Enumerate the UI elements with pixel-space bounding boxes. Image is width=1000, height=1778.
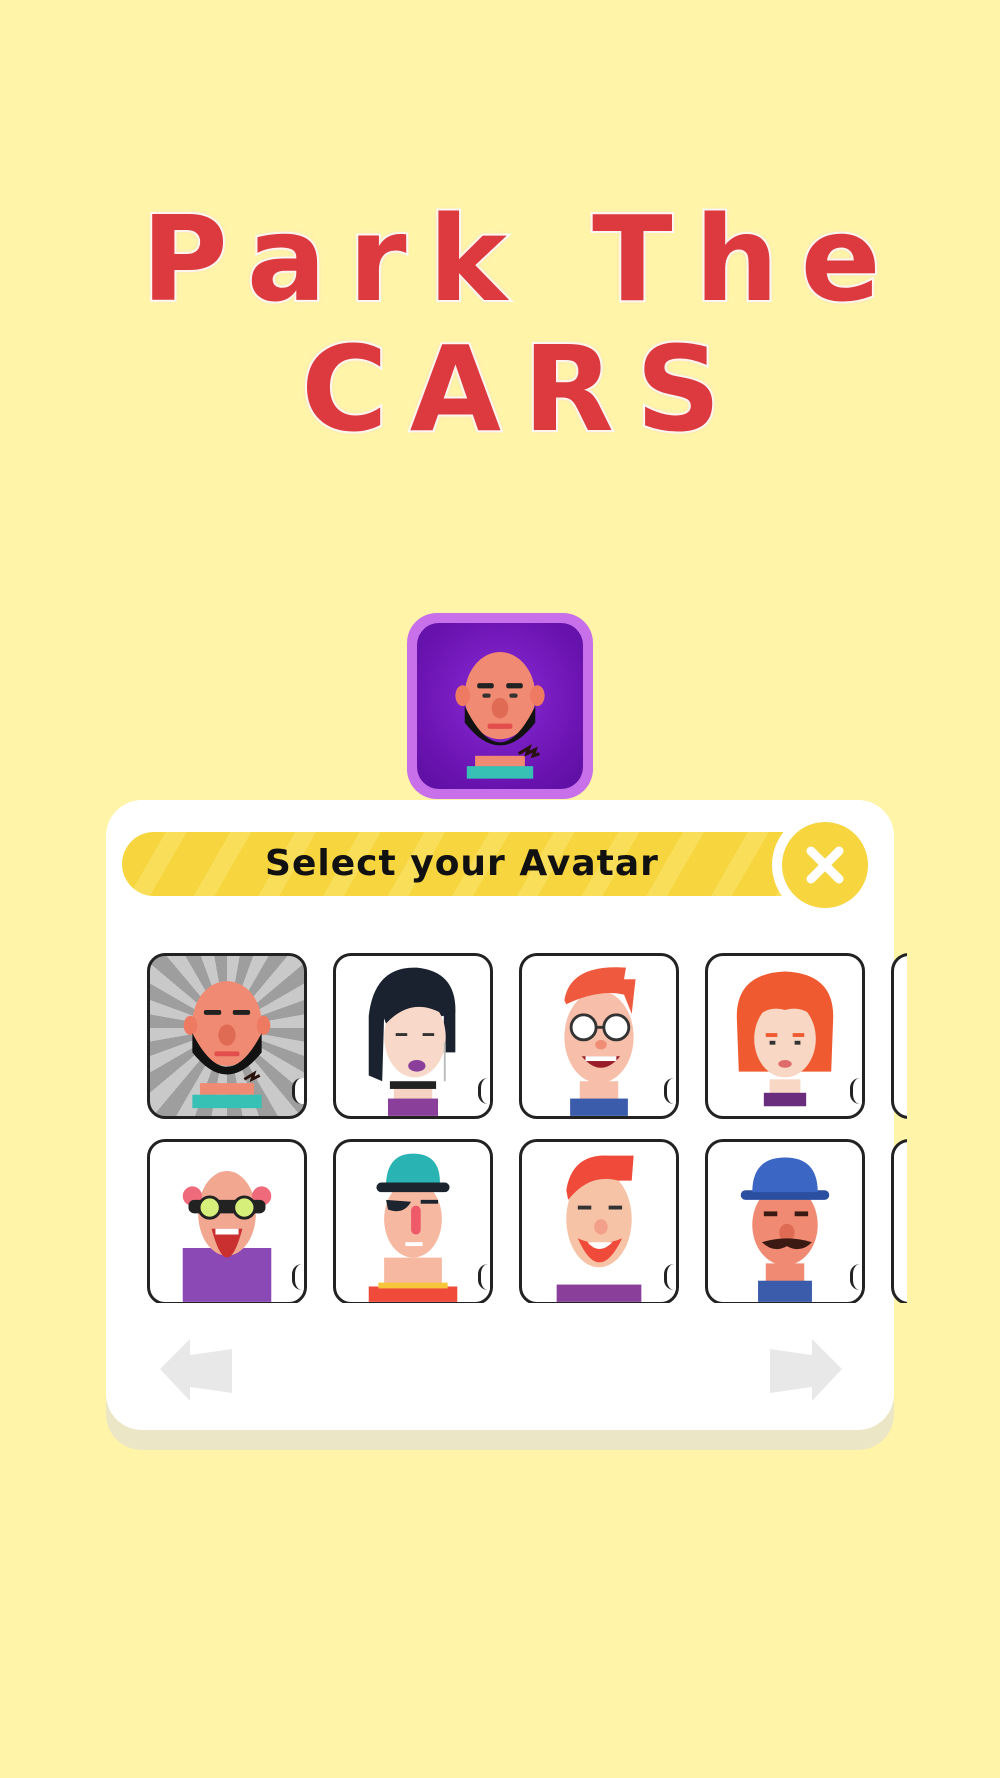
close-x-icon: [806, 846, 844, 884]
avatar-tile-10-partial[interactable]: [891, 1139, 907, 1303]
game-title-line2: CARS: [299, 318, 743, 460]
dark-haired-woman-icon: [368, 967, 456, 1116]
current-avatar[interactable]: [407, 613, 593, 799]
avatar-tile-1[interactable]: [147, 953, 307, 1119]
avatar-tile-2[interactable]: [333, 953, 493, 1119]
avatar-tile-3[interactable]: [519, 953, 679, 1119]
avatar-tile-4[interactable]: [705, 953, 865, 1119]
redhead-glasses-man-icon: [564, 967, 636, 1116]
teal-hat-man-icon: [368, 1153, 458, 1302]
tile-notch: [478, 1264, 490, 1290]
bald-bearded-man-avatar-icon: [455, 652, 545, 779]
avatar-tile-6[interactable]: [147, 1139, 307, 1303]
bald-bearded-man-icon: [183, 981, 271, 1109]
tile-notch: [850, 1264, 862, 1290]
arrow-right-icon: [770, 1339, 842, 1401]
tile-notch: [292, 1078, 304, 1104]
avatar-grid: [147, 953, 907, 1303]
next-page-button[interactable]: [766, 1335, 846, 1405]
arrow-left-icon: [160, 1339, 232, 1401]
close-button[interactable]: [774, 814, 876, 916]
curly-redhead-woman-icon: [736, 971, 834, 1107]
avatar-tile-8[interactable]: [519, 1139, 679, 1303]
tile-notch: [850, 1078, 862, 1104]
tile-notch: [664, 1264, 676, 1290]
tile-notch: [292, 1264, 304, 1290]
avatar-tile-9[interactable]: [705, 1139, 865, 1303]
tile-notch: [478, 1078, 490, 1104]
tile-notch: [664, 1078, 676, 1104]
avatar-select-panel: Select your Avatar: [106, 800, 907, 1430]
red-beard-man-icon: [556, 1155, 642, 1302]
avatar-tile-7[interactable]: [333, 1139, 493, 1303]
panel-header: Select your Avatar: [122, 832, 806, 896]
game-title-line1: Park The: [139, 188, 903, 330]
panel-title: Select your Avatar: [265, 843, 659, 884]
prev-page-button[interactable]: [156, 1335, 236, 1405]
blue-cap-mustache-man-icon: [740, 1157, 830, 1302]
goggles-old-man-icon: [182, 1170, 272, 1302]
avatar-tile-5-partial[interactable]: [891, 953, 907, 1119]
